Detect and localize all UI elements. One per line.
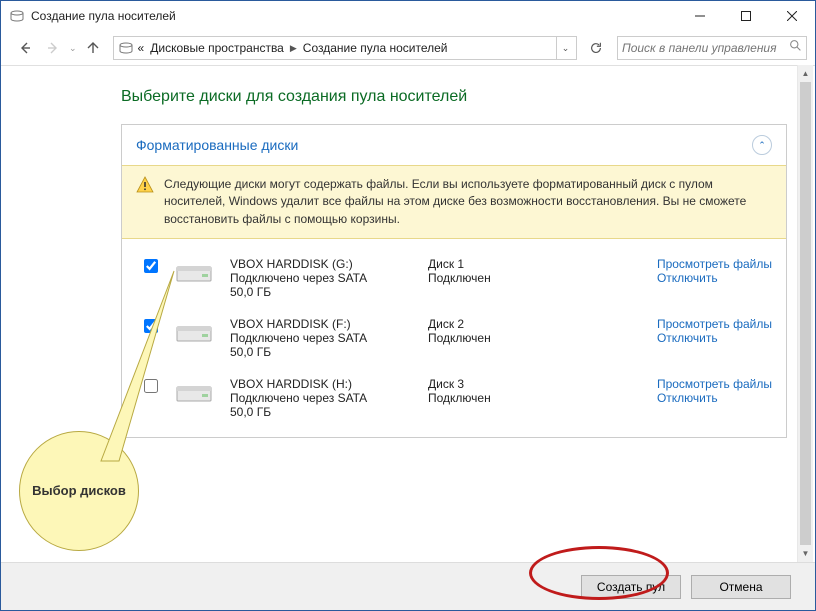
disk-label: Диск 3	[428, 377, 558, 391]
minimize-button[interactable]	[677, 1, 723, 31]
disk-icon	[176, 379, 212, 403]
disk-icon	[176, 259, 212, 283]
disk-name: VBOX HARDDISK (F:)	[230, 317, 410, 331]
breadcrumb-item[interactable]: Создание пула носителей	[303, 41, 448, 55]
disk-name: VBOX HARDDISK (H:)	[230, 377, 410, 391]
disk-connection: Подключено через SATA	[230, 331, 410, 345]
disk-row: VBOX HARDDISK (H:)Подключено через SATA5…	[144, 377, 772, 419]
collapse-icon[interactable]: ⌃	[752, 135, 772, 155]
disk-list: VBOX HARDDISK (G:)Подключено через SATA5…	[122, 239, 786, 437]
annotation-callout: Выбор дисков	[19, 431, 139, 551]
scrollbar[interactable]: ▲ ▼	[797, 65, 813, 562]
annotation-label: Выбор дисков	[32, 483, 126, 500]
view-files-link[interactable]: Просмотреть файлы	[657, 257, 772, 271]
back-button[interactable]	[13, 36, 37, 60]
disk-row: VBOX HARDDISK (F:)Подключено через SATA5…	[144, 317, 772, 359]
disk-row: VBOX HARDDISK (G:)Подключено через SATA5…	[144, 257, 772, 299]
disk-size: 50,0 ГБ	[230, 405, 410, 419]
close-button[interactable]	[769, 1, 815, 31]
warning-text: Следующие диски могут содержать файлы. Е…	[164, 176, 772, 228]
disconnect-link[interactable]: Отключить	[657, 391, 772, 405]
maximize-button[interactable]	[723, 1, 769, 31]
disk-label: Диск 2	[428, 317, 558, 331]
disconnect-link[interactable]: Отключить	[657, 331, 772, 345]
search-icon	[789, 39, 802, 57]
panel-header-label: Форматированные диски	[136, 137, 298, 153]
cancel-button[interactable]: Отмена	[691, 575, 791, 599]
view-files-link[interactable]: Просмотреть файлы	[657, 317, 772, 331]
refresh-button[interactable]	[585, 37, 607, 59]
breadcrumb-chevrons[interactable]: «	[138, 41, 145, 55]
breadcrumb[interactable]: « Дисковые пространства ▶ Создание пула …	[113, 36, 577, 60]
panel-header[interactable]: Форматированные диски ⌃	[122, 125, 786, 165]
disconnect-link[interactable]: Отключить	[657, 271, 772, 285]
scroll-up-icon[interactable]: ▲	[798, 65, 813, 82]
disk-status: Подключен	[428, 391, 558, 405]
disk-connection: Подключено через SATA	[230, 391, 410, 405]
up-button[interactable]	[81, 36, 105, 60]
drive-icon	[118, 40, 134, 56]
disk-status: Подключен	[428, 331, 558, 345]
titlebar: Создание пула носителей	[1, 1, 815, 31]
navbar: ⌄ « Дисковые пространства ▶ Создание пул…	[1, 31, 815, 65]
warning-icon	[136, 176, 154, 228]
view-files-link[interactable]: Просмотреть файлы	[657, 377, 772, 391]
button-row: Создать пул Отмена	[1, 562, 815, 610]
warning-box: Следующие диски могут содержать файлы. Е…	[122, 165, 786, 239]
search-field[interactable]	[622, 41, 789, 55]
scroll-thumb[interactable]	[800, 82, 811, 545]
window-title: Создание пула носителей	[31, 9, 176, 23]
disk-connection: Подключено через SATA	[230, 271, 410, 285]
page-title: Выберите диски для создания пула носител…	[121, 88, 787, 106]
create-pool-button[interactable]: Создать пул	[581, 575, 681, 599]
breadcrumb-dropdown[interactable]: ⌄	[556, 37, 574, 59]
disk-size: 50,0 ГБ	[230, 345, 410, 359]
chevron-right-icon: ▶	[284, 43, 303, 54]
forward-button[interactable]	[41, 36, 65, 60]
disk-label: Диск 1	[428, 257, 558, 271]
recent-dropdown[interactable]: ⌄	[69, 43, 77, 54]
disk-status: Подключен	[428, 271, 558, 285]
formatted-disks-panel: Форматированные диски ⌃ Следующие диски …	[121, 124, 787, 438]
app-icon	[9, 8, 25, 24]
search-input[interactable]	[617, 36, 807, 60]
disk-icon	[176, 319, 212, 343]
breadcrumb-item[interactable]: Дисковые пространства	[150, 41, 284, 55]
disk-name: VBOX HARDDISK (G:)	[230, 257, 410, 271]
disk-size: 50,0 ГБ	[230, 285, 410, 299]
scroll-down-icon[interactable]: ▼	[798, 545, 813, 562]
